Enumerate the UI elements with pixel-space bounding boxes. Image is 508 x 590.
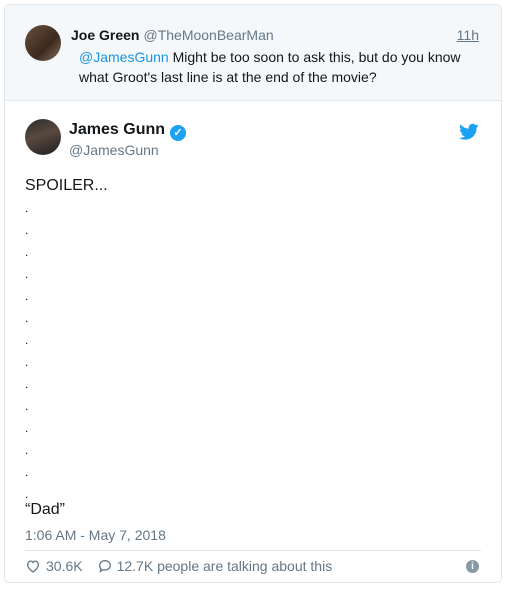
reply-tweet[interactable]: Joe Green @TheMoonBearMan 11h @JamesGunn …: [5, 5, 501, 101]
tweet-actions: 30.6K 12.7K people are talking about thi…: [25, 558, 332, 574]
dot-line: .: [25, 333, 29, 347]
dot-line: .: [25, 267, 29, 281]
dot-line: .: [25, 201, 29, 215]
tweet-dots: . . . . . . . . . . . . . .: [25, 197, 35, 505]
like-count[interactable]: 30.6K: [46, 558, 83, 574]
reply-time[interactable]: 11h: [457, 27, 479, 43]
dot-line: .: [25, 443, 29, 457]
dot-line: .: [25, 311, 29, 325]
dot-line: .: [25, 465, 29, 479]
reply-avatar[interactable]: [25, 25, 61, 61]
twitter-bird-icon[interactable]: [459, 123, 479, 141]
reply-author-name[interactable]: Joe Green: [71, 27, 139, 43]
info-icon[interactable]: i: [466, 560, 479, 573]
reply-author-handle[interactable]: @TheMoonBearMan: [143, 27, 273, 43]
dot-line: .: [25, 245, 29, 259]
reply-mention-link[interactable]: @JamesGunn: [79, 49, 169, 65]
talking-count[interactable]: 12.7K people are talking about this: [117, 558, 333, 574]
reply-header: Joe Green @TheMoonBearMan: [71, 27, 274, 43]
dot-line: .: [25, 355, 29, 369]
author-handle[interactable]: @JamesGunn: [69, 142, 159, 158]
verified-badge-icon: ✓: [170, 125, 187, 141]
comment-icon[interactable]: [97, 558, 113, 574]
reply-text: @JamesGunn Might be too soon to ask this…: [79, 47, 479, 87]
tweet-timestamp[interactable]: 1:06 AM - May 7, 2018: [25, 527, 166, 543]
dot-line: .: [25, 377, 29, 391]
author-name[interactable]: James Gunn ✓: [69, 121, 187, 141]
tweet-final-line: “Dad”: [25, 501, 66, 518]
dot-line: .: [25, 223, 29, 237]
tweet-opening-text: SPOILER...: [25, 177, 108, 194]
tweet-embed-card: Joe Green @TheMoonBearMan 11h @JamesGunn …: [4, 4, 502, 583]
divider: [25, 550, 481, 551]
author-name-text[interactable]: James Gunn: [69, 121, 165, 138]
dot-line: .: [25, 421, 29, 435]
dot-line: .: [25, 289, 29, 303]
dot-line: .: [25, 399, 29, 413]
heart-icon[interactable]: [25, 558, 41, 574]
author-avatar[interactable]: [25, 119, 61, 155]
